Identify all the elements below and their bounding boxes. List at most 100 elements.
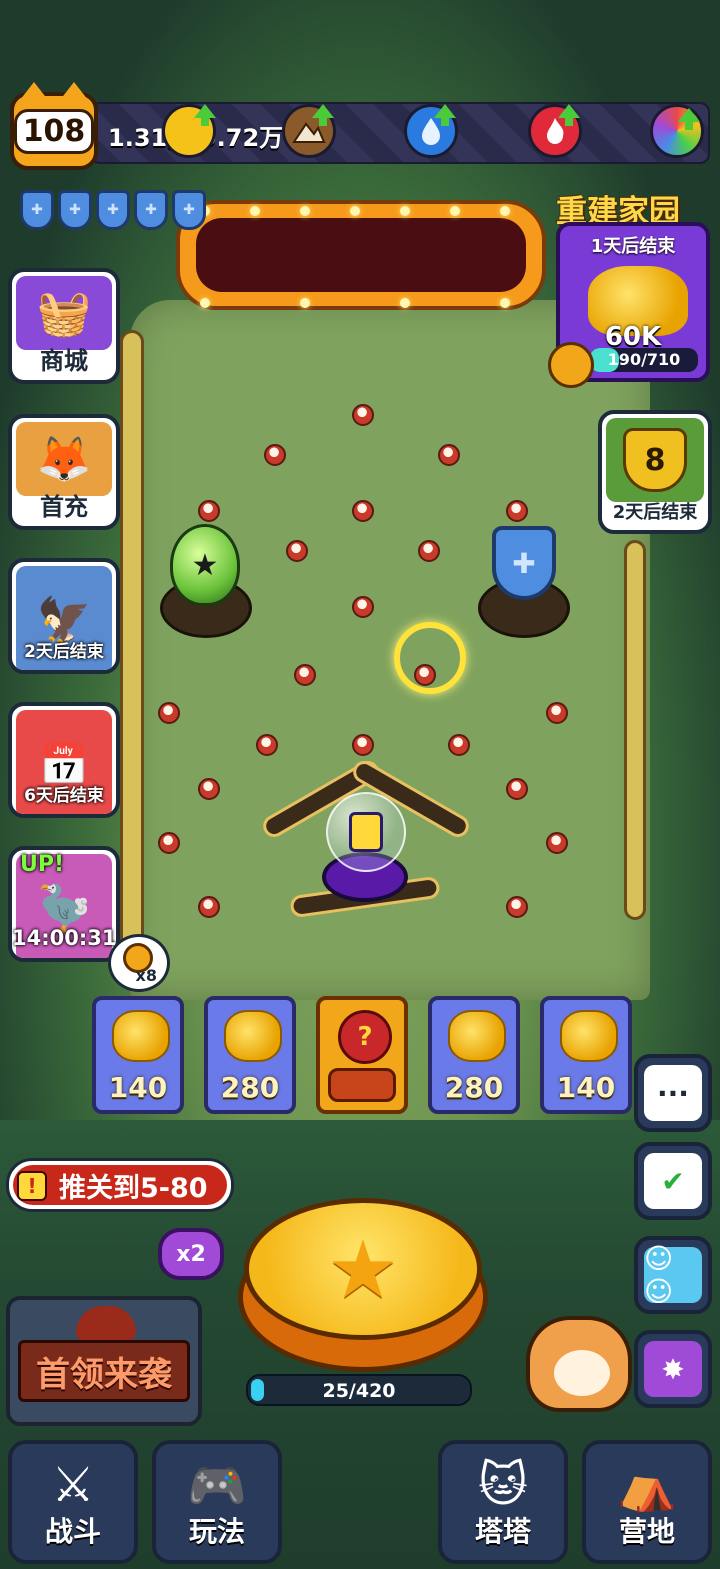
mission-banner[interactable]: 推关到5-80 ! <box>6 1158 234 1212</box>
bulb <box>500 298 510 308</box>
key-multiplier: x8 <box>135 966 157 985</box>
energy-bar: 25/420 <box>246 1374 472 1406</box>
gold-pile-icon <box>112 1010 170 1062</box>
boss-attack-button[interactable]: 首领来袭 <box>6 1296 202 1426</box>
shop-button[interactable]: 🧺 商城 <box>8 268 120 384</box>
reward-slot: 280 <box>428 996 520 1114</box>
bulb <box>200 298 210 308</box>
peg <box>158 702 180 724</box>
bulb <box>450 206 460 216</box>
chest-icon <box>328 1068 396 1102</box>
trophy-icon: 8 <box>623 428 687 492</box>
trophy-count: 8 <box>644 442 666 478</box>
calendar-event-button[interactable]: 📅 6天后结束 <box>8 702 120 818</box>
bulb <box>300 298 310 308</box>
monster-egg-icon: ★ <box>170 524 240 606</box>
blue-shield-icon: ✚ <box>492 526 556 600</box>
warning-icon: ! <box>17 1171 47 1201</box>
up-badge: UP! <box>20 852 65 877</box>
boss-plate: 首领来袭 <box>18 1340 190 1402</box>
chat-button[interactable]: ··· <box>634 1054 712 1132</box>
left-rail <box>120 330 144 950</box>
peg <box>506 896 528 918</box>
peg <box>198 896 220 918</box>
peg <box>256 734 278 756</box>
ball-bubble <box>326 792 406 872</box>
card-icon <box>349 812 383 852</box>
first-recharge-label: 首充 <box>40 493 88 521</box>
shop-label: 商城 <box>40 347 88 375</box>
shield-icon: ✚ <box>20 190 54 230</box>
player-level: 108 <box>13 108 95 154</box>
nav-gameplay-label: 玩法 <box>188 1515 245 1548</box>
trophy-art: 8 <box>606 418 704 502</box>
mystery-mark: ? <box>357 1022 373 1052</box>
cat-badge-button[interactable]: ✸ <box>634 1330 712 1408</box>
bulb <box>350 206 360 216</box>
shop-basket-icon: 🧺 <box>16 276 112 350</box>
gold-pile-icon <box>560 1010 618 1062</box>
marquee-screen <box>196 218 526 292</box>
key-multiplier-tag: x8 <box>108 934 170 992</box>
up-event-button[interactable]: 🦤 UP! 14:00:31 <box>8 846 120 962</box>
slot-value: 280 <box>444 1071 504 1104</box>
shield-icon: ✚ <box>134 190 168 230</box>
peg <box>438 444 460 466</box>
peg <box>286 540 308 562</box>
shield-icon: ✚ <box>96 190 130 230</box>
trophy-event-button[interactable]: 8 2天后结束 <box>598 410 712 534</box>
mystery-slot: ? <box>316 996 408 1114</box>
energy-text: 25/420 <box>322 1380 396 1402</box>
friends-button[interactable]: ☺☺ <box>634 1236 712 1314</box>
friends-icon: ☺☺ <box>644 1242 702 1308</box>
dog-face <box>554 1350 610 1396</box>
fox-mascot-icon: 🦊 <box>16 422 112 496</box>
peg <box>264 444 286 466</box>
target-ring <box>394 622 466 694</box>
peg <box>506 500 528 522</box>
task-checklist-icon: ✔ <box>644 1153 702 1209</box>
rebuild-progress-bar: 190/710 <box>590 348 698 372</box>
nav-battle[interactable]: ⚔ 战斗 <box>8 1440 138 1564</box>
peg <box>418 540 440 562</box>
multiplier-label: x2 <box>176 1241 206 1267</box>
event-bird-button[interactable]: 🦅 2天后结束 <box>8 558 120 674</box>
multiplier-button[interactable]: x2 <box>158 1228 224 1280</box>
upgrade-arrow-icon <box>312 104 334 126</box>
nav-camp-label: 营地 <box>618 1515 675 1548</box>
boss-label: 首领来袭 <box>36 1354 172 1395</box>
nav-camp[interactable]: ⛺ 营地 <box>582 1440 712 1564</box>
nav-battle-label: 战斗 <box>44 1515 101 1548</box>
shield-icon: ✚ <box>172 190 206 230</box>
tasks-button[interactable]: ✔ <box>634 1142 712 1220</box>
calendar-event-timer: 6天后结束 <box>24 786 104 806</box>
event-bird-timer: 2天后结束 <box>24 642 104 662</box>
peg <box>198 778 220 800</box>
peg <box>352 500 374 522</box>
shield-icon: ✚ <box>58 190 92 230</box>
peg <box>546 832 568 854</box>
reward-slot: 140 <box>540 996 632 1114</box>
first-recharge-button[interactable]: 🦊 首充 <box>8 414 120 530</box>
trophy-event-timer: 2天后结束 <box>612 502 698 523</box>
bulb <box>300 206 310 216</box>
launch-button[interactable]: ★ <box>244 1198 482 1340</box>
right-rail <box>624 540 646 920</box>
gold-pile-icon <box>224 1010 282 1062</box>
peg <box>294 664 316 686</box>
key-icon <box>548 342 594 388</box>
peg <box>506 778 528 800</box>
nav-tata[interactable]: 🐱 塔塔 <box>438 1440 568 1564</box>
mission-text: 推关到5-80 <box>59 1172 208 1204</box>
bulb <box>500 206 510 216</box>
shield-row: ✚ ✚ ✚ ✚ ✚ <box>20 190 206 230</box>
peg <box>352 596 374 618</box>
peg <box>198 500 220 522</box>
upgrade-arrow-icon <box>434 104 456 126</box>
upgrade-arrow-icon <box>194 104 216 126</box>
dog-mascot[interactable] <box>526 1316 632 1412</box>
nav-gameplay[interactable]: 🎮 玩法 <box>152 1440 282 1564</box>
gold-pile-icon <box>448 1010 506 1062</box>
star-icon: ★ <box>327 1222 399 1316</box>
player-level-badge[interactable]: 108 <box>10 82 98 170</box>
